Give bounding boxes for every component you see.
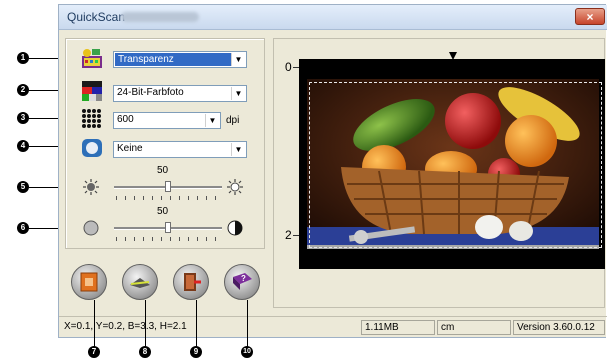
callout-7: 7 (88, 346, 100, 358)
quickscan-window: QuickScan × Transparenz ▼ 24-Bit-Farbfot… (58, 4, 607, 339)
callout-9: 9 (190, 346, 202, 358)
callout-10: 10 (241, 346, 253, 358)
status-version: Version 3.60.0.12 (513, 320, 605, 335)
svg-text:?: ? (241, 274, 246, 283)
preview-button[interactable] (122, 264, 158, 300)
resolution-value: 600 (117, 114, 134, 125)
contrast-slider-thumb[interactable] (165, 222, 171, 233)
color-mode-value: 24-Bit-Farbfoto (117, 87, 184, 98)
status-bar: X=0.1, Y=0.2, B=3.3, H=2.1 1.11MB cm Ver… (59, 316, 607, 339)
callout-7-line (94, 300, 95, 347)
title-blurred-text (121, 12, 199, 22)
help-book-icon: ? (233, 273, 252, 290)
brightness-slider-thumb[interactable] (165, 181, 171, 192)
callout-4: 4 (17, 140, 29, 152)
close-button[interactable]: × (575, 8, 605, 25)
callout-2: 2 (17, 84, 29, 96)
callout-9-line (196, 300, 197, 347)
callout-6: 6 (17, 222, 29, 234)
brightness-high-icon (227, 179, 243, 195)
chevron-down-icon[interactable]: ▼ (231, 53, 245, 66)
callout-1: 1 (17, 52, 29, 64)
callout-8-line (145, 300, 146, 347)
brightness-low-icon (83, 179, 99, 195)
resolution-icon (81, 108, 103, 130)
contrast-value: 50 (157, 206, 169, 217)
callout-8: 8 (139, 346, 151, 358)
chevron-down-icon[interactable]: ▼ (205, 114, 219, 127)
callout-5: 5 (17, 181, 29, 193)
filter-icon (81, 137, 103, 159)
contrast-slider-ticks (116, 237, 221, 241)
scan-type-icon (81, 47, 103, 69)
status-unit: cm (437, 320, 511, 335)
title-bar: QuickScan × (59, 5, 607, 30)
filter-value: Keine (117, 143, 143, 154)
contrast-high-icon (227, 220, 243, 236)
callout-3: 3 (17, 112, 29, 124)
brightness-slider-ticks (116, 196, 221, 200)
scan-type-select[interactable]: Transparenz ▼ (113, 51, 247, 68)
ruler-label-bottom: 2 (285, 228, 292, 242)
exit-door-icon (184, 273, 201, 291)
ruler-label-top: 0 (285, 60, 292, 74)
chevron-down-icon[interactable]: ▼ (231, 143, 245, 156)
selection-area[interactable] (309, 82, 602, 248)
contrast-low-icon (83, 220, 99, 236)
status-coords: X=0.1, Y=0.2, B=3.3, H=2.1 (64, 321, 187, 332)
scan-type-value: Transparenz (115, 53, 231, 66)
resolution-unit: dpi (226, 115, 240, 126)
help-button[interactable]: ? (224, 264, 260, 300)
exit-button[interactable] (173, 264, 209, 300)
filter-select[interactable]: Keine ▼ (113, 141, 247, 158)
callout-10-line (247, 300, 248, 347)
color-mode-select[interactable]: 24-Bit-Farbfoto ▼ (113, 85, 247, 102)
scan-button[interactable] (71, 264, 107, 300)
preview-scanner-icon (130, 278, 150, 288)
window-title: QuickScan (67, 10, 126, 24)
resolution-select[interactable]: 600 ▼ (113, 112, 221, 129)
brightness-value: 50 (157, 165, 169, 176)
scan-icon (80, 272, 98, 292)
status-file-size: 1.11MB (361, 320, 435, 335)
chevron-down-icon[interactable]: ▼ (231, 87, 245, 100)
color-mode-icon (81, 80, 103, 102)
